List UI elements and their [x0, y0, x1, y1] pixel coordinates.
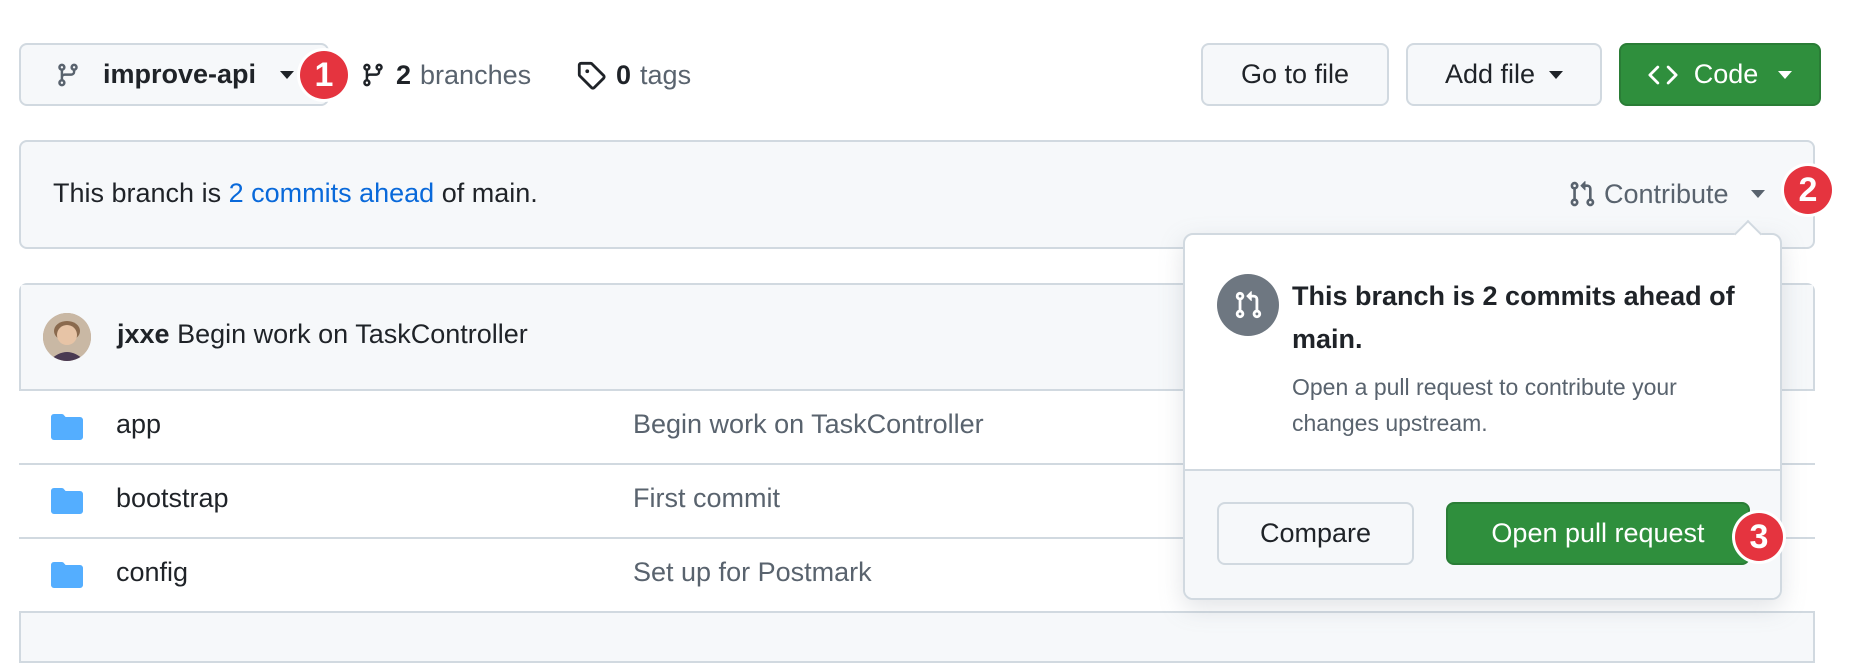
popover-description: Open a pull request to contribute your c…	[1292, 374, 1677, 436]
add-file-label: Add file	[1444, 59, 1536, 89]
go-to-file-button[interactable]: Go to file	[1201, 43, 1389, 106]
git-pull-request-icon	[1233, 290, 1263, 320]
branch-status-suffix: of main.	[441, 178, 538, 208]
folder-icon	[51, 487, 83, 520]
latest-commit-text: jxxe Begin work on TaskController	[117, 319, 528, 350]
git-branch-icon	[360, 60, 386, 90]
code-label: Code	[1693, 59, 1759, 89]
tags-link[interactable]: 0 tags	[576, 57, 691, 93]
contribute-label: Contribute	[1604, 178, 1729, 209]
branches-label: branches	[420, 59, 532, 90]
file-name[interactable]: config	[116, 557, 188, 588]
chevron-down-icon	[1778, 70, 1793, 79]
commit-author[interactable]: jxxe	[117, 319, 170, 349]
git-branch-icon	[55, 60, 81, 90]
tags-count: 0	[616, 59, 632, 90]
popover-footer: Compare Open pull request	[1185, 469, 1780, 598]
popover-title: This branch is 2 commits ahead of main.	[1292, 281, 1735, 354]
file-name[interactable]: app	[116, 409, 161, 440]
chevron-down-icon	[280, 70, 295, 79]
compare-button[interactable]: Compare	[1217, 502, 1414, 565]
pull-request-icon-circle	[1217, 274, 1279, 336]
tags-label: tags	[640, 59, 692, 90]
annotation-badge-1: 1	[300, 51, 348, 99]
folder-icon	[51, 413, 83, 446]
chevron-down-icon	[1549, 70, 1564, 79]
avatar[interactable]	[43, 313, 91, 361]
branches-link[interactable]: 2 branches	[360, 57, 531, 93]
contribute-dropdown[interactable]: Contribute	[1568, 174, 1765, 214]
contribute-popover: This branch is 2 commits ahead of main. …	[1183, 219, 1782, 600]
add-file-button[interactable]: Add file	[1406, 43, 1602, 106]
file-commit-message[interactable]: First commit	[633, 483, 780, 514]
file-name[interactable]: bootstrap	[116, 483, 229, 514]
folder-icon	[51, 561, 83, 594]
tag-icon	[576, 60, 606, 90]
file-commit-message[interactable]: Set up for Postmark	[633, 557, 872, 588]
git-pull-request-icon	[1568, 179, 1596, 209]
branch-status-prefix: This branch is	[53, 178, 222, 208]
file-commit-message[interactable]: Begin work on TaskController	[633, 409, 984, 440]
annotation-badge-3: 3	[1735, 513, 1783, 561]
branch-status-text: This branch is 2 commits ahead of main.	[53, 178, 538, 209]
code-icon	[1648, 60, 1678, 90]
annotation-badge-2: 2	[1784, 166, 1832, 214]
commit-message[interactable]: Begin work on TaskController	[177, 319, 528, 349]
branch-selector-button[interactable]: improve-api	[19, 43, 329, 106]
commits-ahead-link[interactable]: 2 commits ahead	[229, 178, 435, 208]
list-divider	[19, 611, 1815, 613]
branch-name: improve-api	[103, 59, 257, 89]
code-button[interactable]: Code	[1619, 43, 1821, 106]
open-pull-request-button[interactable]: Open pull request	[1446, 502, 1750, 565]
branches-count: 2	[396, 59, 412, 90]
chevron-down-icon	[1750, 190, 1765, 198]
